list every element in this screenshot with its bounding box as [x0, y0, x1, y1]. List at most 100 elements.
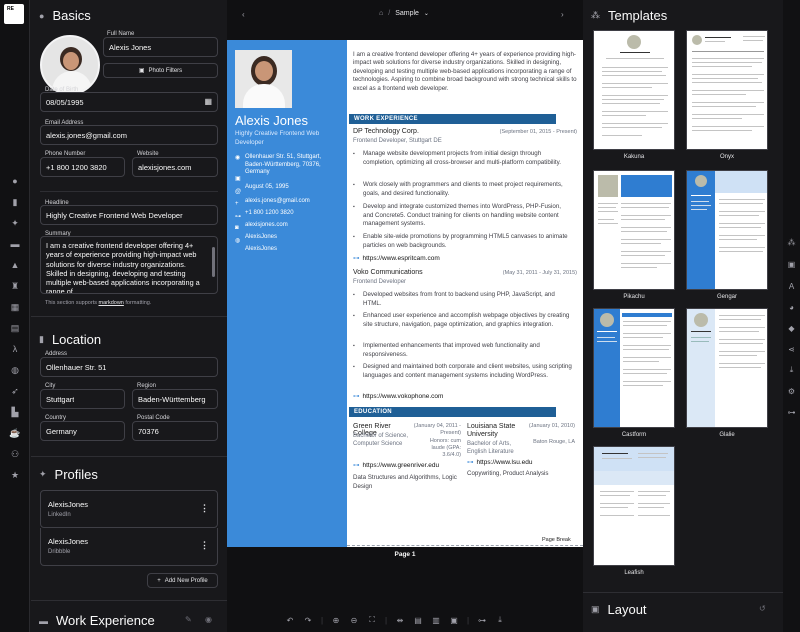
app-logo[interactable]: RE	[4, 4, 24, 24]
phone-field[interactable]: +1 800 1200 3820	[40, 157, 125, 177]
edit-icon[interactable]: ✎	[185, 615, 192, 624]
breadcrumb[interactable]: ⌂ / Sample ⌄	[379, 10, 429, 17]
editor-panel: ● Basics Full Name Alexis Jones ▣ Photo …	[31, 0, 227, 632]
edu-link[interactable]: ⊶ https://www.lsu.edu	[467, 458, 533, 467]
user-icon[interactable]: ●	[5, 173, 25, 189]
thumb-avatar	[694, 313, 708, 327]
reset-icon[interactable]: ↺	[759, 604, 766, 613]
avatar[interactable]	[40, 35, 100, 95]
region-field[interactable]: Baden-Württemberg	[132, 389, 218, 409]
award-icon[interactable]: ▙	[5, 404, 25, 420]
postal-field[interactable]: 70376	[132, 421, 218, 441]
map-icon[interactable]: ▮	[5, 194, 25, 210]
zoom-out-icon[interactable]: ⊖	[347, 616, 361, 625]
region-value: Baden-Württemberg	[138, 395, 206, 404]
address-field[interactable]: Ollenhauer Str. 51	[40, 357, 218, 377]
divider	[583, 592, 783, 593]
template-kakuna[interactable]	[593, 30, 675, 150]
share-icon[interactable]: ⋖	[785, 343, 798, 355]
headline-field[interactable]: Highly Creative Frontend Web Developer	[40, 205, 218, 225]
layout-icon[interactable]: ▣	[785, 258, 798, 270]
education-section-heading: EDUCATION	[349, 407, 556, 417]
template-leafish[interactable]	[593, 446, 675, 566]
thumb-heading	[622, 313, 672, 317]
resume-photo	[235, 50, 292, 108]
link-icon[interactable]: ⊶	[785, 406, 798, 418]
templates-icon[interactable]: ⁂	[785, 236, 798, 248]
job-bullet: Designed and maintained both corporate a…	[353, 363, 573, 380]
job-link[interactable]: ⊶ https://www.vokophone.com	[353, 392, 443, 401]
job-company: Voko Communications	[353, 269, 423, 276]
website-field[interactable]: alexisjones.com	[132, 157, 218, 177]
email-field[interactable]: alexis.jones@gmail.com	[40, 125, 218, 145]
email-value: alexis.jones@gmail.com	[46, 131, 127, 140]
job-link[interactable]: ⊶ https://www.espritcam.com	[353, 254, 440, 263]
edu-school: Louisiana State University	[467, 423, 516, 438]
star-icon[interactable]: ★	[5, 467, 25, 483]
palette-icon[interactable]: ◕	[785, 301, 798, 313]
contact-profile-text: AlexisJones	[245, 246, 278, 252]
columns-icon[interactable]: ⇹	[393, 616, 407, 625]
coffee-icon[interactable]: ☕	[5, 425, 25, 441]
template-castform[interactable]	[593, 308, 675, 428]
typography-icon[interactable]: A	[785, 280, 798, 292]
download-icon[interactable]: ⤓	[493, 615, 507, 625]
markdown-link[interactable]: markdown	[99, 300, 124, 306]
shapes-icon: ⁂	[591, 10, 600, 20]
markdown-note-post: formatting.	[125, 300, 152, 306]
contact-address: ◉ Ollenhauer Str. 51, Stuttgart, Baden-Wü…	[235, 154, 341, 175]
contact-address-text: Ollenhauer Str. 51, Stuttgart, Baden-Wür…	[245, 154, 322, 175]
location-pin-icon: ◉	[235, 155, 241, 161]
city-field[interactable]: Stuttgart	[40, 389, 125, 409]
panel-icon[interactable]: ▣	[447, 616, 461, 625]
undo-icon[interactable]: ↶	[283, 616, 297, 625]
layout-title: Layout	[607, 602, 647, 617]
template-glalie[interactable]	[686, 308, 768, 428]
add-profile-button[interactable]: + Add New Profile	[147, 573, 218, 588]
gift-icon: ▣	[235, 176, 241, 182]
zoom-in-icon[interactable]: ⊕	[329, 616, 343, 625]
scrollbar[interactable]	[212, 247, 215, 277]
link-icon[interactable]: ⊶	[475, 616, 489, 625]
trophy-icon[interactable]: ♜	[5, 278, 25, 294]
website-value: alexisjones.com	[138, 163, 192, 172]
fit-screen-icon[interactable]: ⛶	[365, 615, 379, 625]
certificate-icon[interactable]: ▦	[5, 299, 25, 315]
template-gengar[interactable]	[686, 170, 768, 290]
template-pikachu[interactable]	[593, 170, 675, 290]
gear-icon[interactable]: ⚙	[785, 385, 798, 397]
lambda-icon[interactable]: λ	[5, 341, 25, 357]
chevron-right-icon[interactable]: ›	[561, 10, 564, 19]
more-vertical-icon[interactable]: ⋮	[200, 540, 209, 551]
css-icon[interactable]: ◆	[785, 322, 798, 334]
dob-field[interactable]: 08/05/1995 ▦	[40, 92, 218, 112]
chevron-left-icon[interactable]: ‹	[242, 10, 245, 19]
rocket-icon[interactable]: ➶	[5, 383, 25, 399]
template-onyx[interactable]	[686, 30, 768, 150]
country-field[interactable]: Germany	[40, 421, 125, 441]
calendar-icon[interactable]: ▦	[204, 97, 212, 106]
users-icon[interactable]: ⚇	[5, 446, 25, 462]
twitter-icon: ✦	[39, 469, 47, 479]
thumb-header	[594, 447, 674, 471]
profile-item[interactable]: AlexisJones LinkedIn ⋮	[40, 490, 218, 528]
download-icon[interactable]: ⤓	[785, 364, 798, 376]
twitter-icon[interactable]: ✦	[5, 215, 25, 231]
edu-link[interactable]: ⊶ https://www.greenriver.edu	[353, 461, 439, 470]
eye-icon[interactable]: ◉	[205, 615, 212, 624]
briefcase-icon[interactable]: ▬	[5, 236, 25, 252]
redo-icon[interactable]: ↷	[301, 616, 315, 625]
page-break-icon[interactable]: ▤	[411, 616, 425, 625]
profile-item[interactable]: AlexisJones Dribbble ⋮	[40, 528, 218, 566]
graduation-icon[interactable]: ▲	[5, 257, 25, 273]
globe-icon[interactable]: ◍	[5, 362, 25, 378]
book-icon[interactable]: ▤	[5, 320, 25, 336]
template-name: Onyx	[719, 154, 734, 160]
image-icon: ▣	[138, 68, 145, 74]
photo-filters-button[interactable]: ▣ Photo Filters	[103, 63, 218, 78]
more-vertical-icon[interactable]: ⋮	[200, 503, 209, 514]
full-name-field[interactable]: Alexis Jones	[103, 37, 218, 57]
summary-textarea[interactable]: I am a creative frontend developer offer…	[40, 236, 218, 294]
layout-icon[interactable]: ▥	[429, 616, 443, 625]
briefcase-icon: ▬	[39, 615, 48, 626]
